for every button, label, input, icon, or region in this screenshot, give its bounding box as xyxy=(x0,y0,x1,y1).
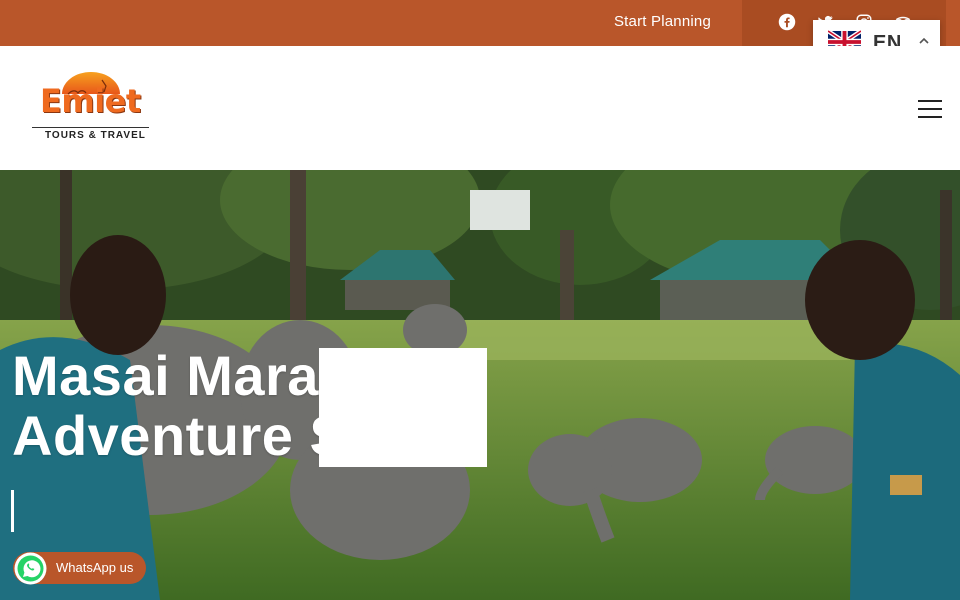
hero-title-line-2: Adventure S xyxy=(12,404,348,467)
text-cursor xyxy=(11,490,14,532)
hero-title-line-1: Masai Mara xyxy=(12,344,319,407)
logo-wordmark: Emiet xyxy=(40,82,141,120)
start-planning-label: Start Planning xyxy=(613,13,711,30)
whatsapp-label: WhatsApp us xyxy=(56,560,134,575)
logo-rule xyxy=(32,127,149,128)
start-planning-link[interactable]: Start Planning xyxy=(0,0,742,46)
hero-title: Masai Mara Adventure S xyxy=(12,346,347,466)
whatsapp-button[interactable]: WhatsApp us xyxy=(13,552,146,585)
menu-toggle-button[interactable] xyxy=(918,100,942,118)
site-header: Emiet TOURS & TRAVEL xyxy=(0,46,960,170)
whatsapp-icon xyxy=(14,552,47,585)
hero-banner: Masai Mara Adventure S xyxy=(0,170,960,600)
facebook-icon[interactable] xyxy=(778,13,796,31)
logo[interactable]: Emiet TOURS & TRAVEL xyxy=(32,72,150,142)
logo-tagline: TOURS & TRAVEL xyxy=(45,130,146,141)
hero-overlay-box xyxy=(319,348,487,467)
